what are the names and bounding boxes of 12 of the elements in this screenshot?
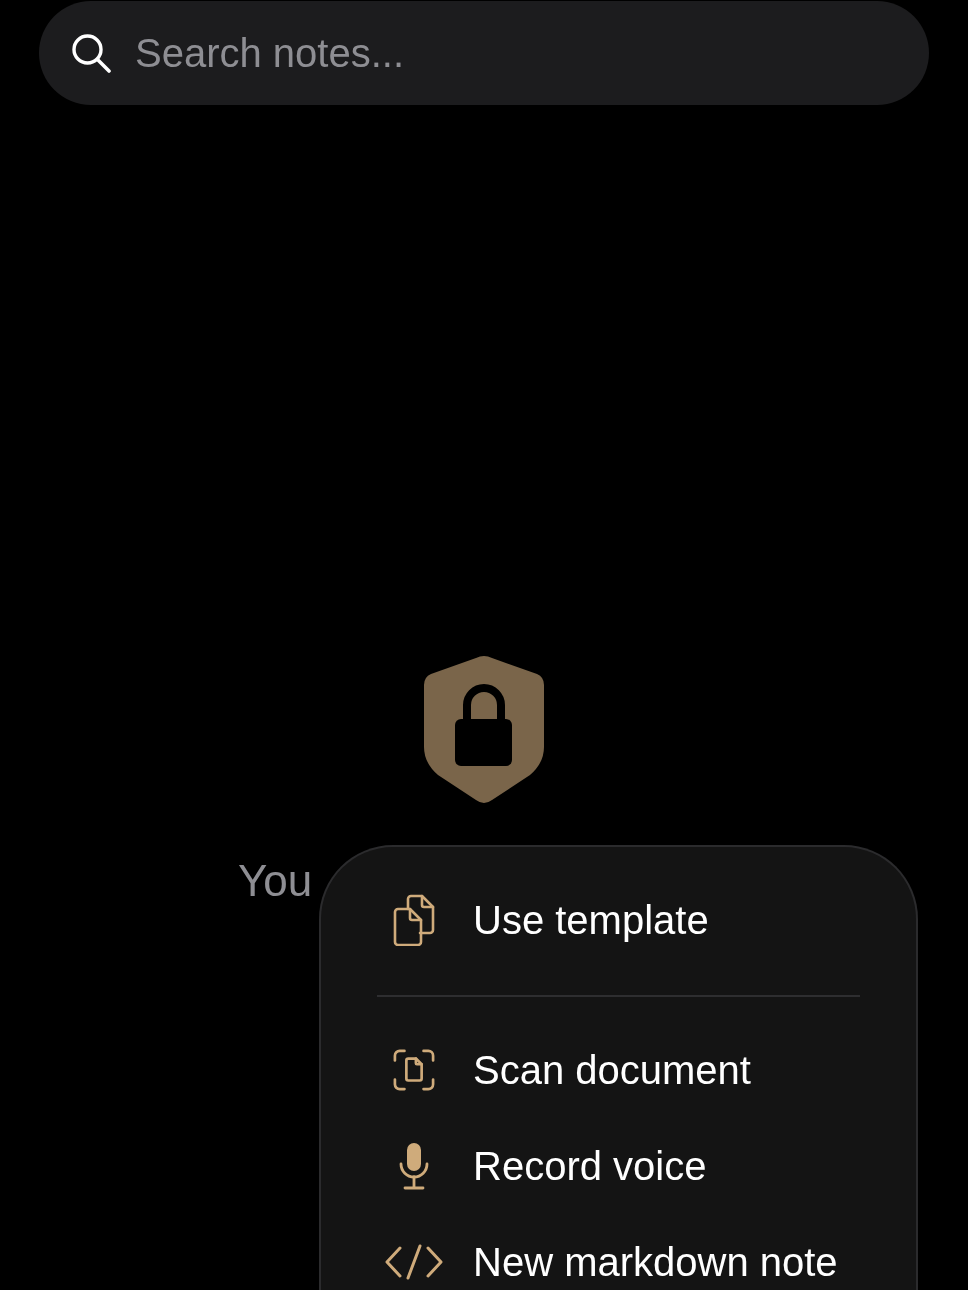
- menu-item[interactable]: Scan document: [321, 1048, 886, 1092]
- search-field[interactable]: Search notes...: [39, 1, 929, 105]
- menu-item[interactable]: New markdown note: [321, 1240, 886, 1284]
- menu-item[interactable]: Use template: [321, 898, 886, 942]
- shield-lock-icon: [422, 655, 546, 805]
- menu-item[interactable]: Record voice: [321, 1144, 886, 1188]
- document-scan-icon: [393, 1049, 435, 1091]
- code-icon: [385, 1244, 443, 1280]
- documents-icon: [392, 894, 436, 946]
- locked-message-text: You: [238, 855, 313, 907]
- search-icon: [72, 34, 111, 73]
- microphone-icon: [399, 1142, 429, 1190]
